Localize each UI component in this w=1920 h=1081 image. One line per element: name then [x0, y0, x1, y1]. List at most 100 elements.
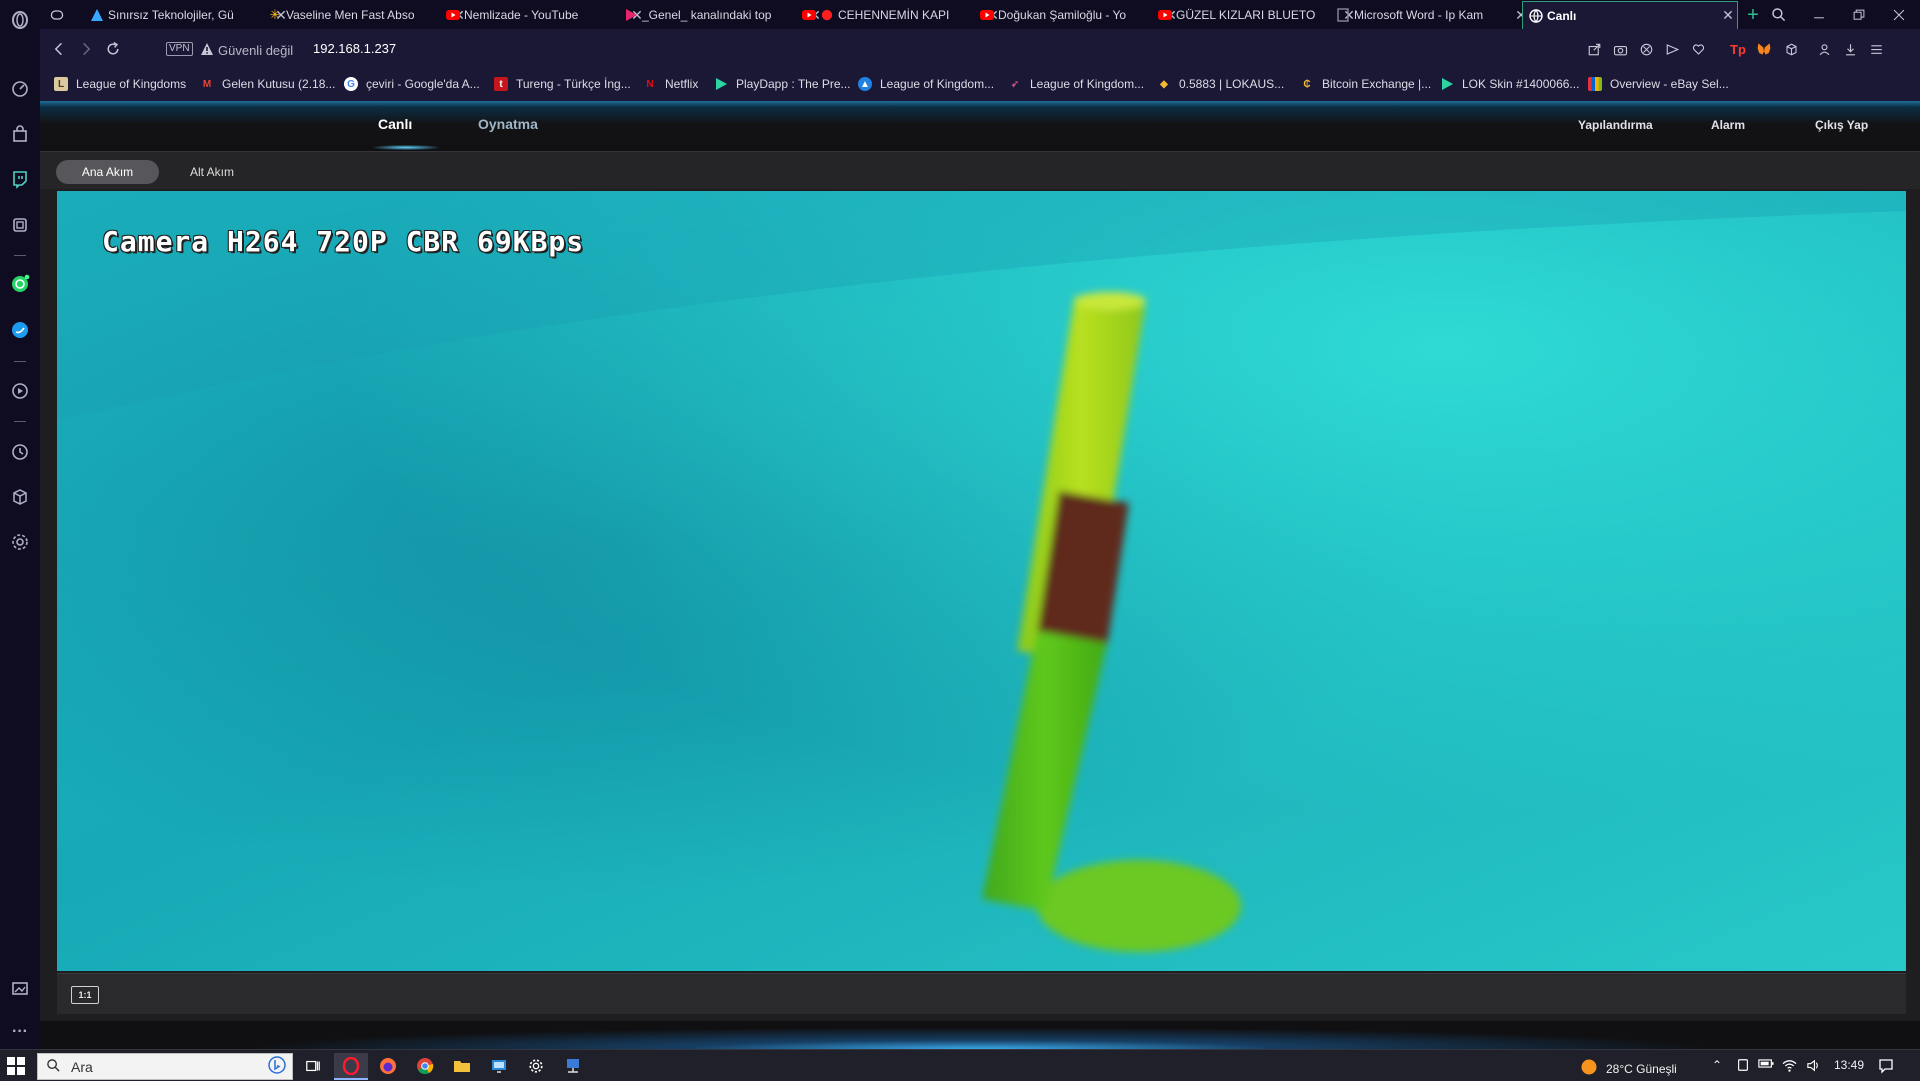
- metamask-fox-icon[interactable]: [1754, 39, 1774, 59]
- windows-start-icon[interactable]: [7, 1057, 25, 1075]
- chrome-icon[interactable]: [408, 1053, 442, 1078]
- tab-search-icon[interactable]: [1768, 4, 1790, 26]
- extensions-cube-icon[interactable]: [8, 485, 32, 509]
- sub-stream-tab[interactable]: Alt Akım: [168, 160, 256, 184]
- original-size-button[interactable]: 1:1: [71, 986, 99, 1004]
- bookmark-label: Tureng - Türkçe İng...: [516, 77, 631, 91]
- history-icon[interactable]: [8, 440, 32, 464]
- main-stream-tab[interactable]: Ana Akım: [56, 160, 159, 184]
- browser-tab[interactable]: ✳ Vaseline Men Fast Abso ✕: [262, 3, 468, 27]
- weather-widget[interactable]: 28°C Güneşli: [1580, 1058, 1677, 1079]
- heart-icon[interactable]: [1688, 39, 1708, 59]
- reload-icon[interactable]: [103, 39, 123, 59]
- task-view-icon[interactable]: [296, 1053, 330, 1078]
- bookmark-item[interactable]: Gçeviri - Google'da A...: [344, 77, 480, 91]
- back-icon[interactable]: [49, 39, 69, 59]
- browser-tab[interactable]: Nemlizade - YouTube ✕: [440, 3, 646, 27]
- tray-chevron-icon[interactable]: ⌃: [1712, 1058, 1722, 1072]
- nav-configuration[interactable]: Yapılandırma: [1578, 118, 1653, 132]
- tp-extension-icon[interactable]: Tp: [1728, 39, 1748, 59]
- playdapp-icon: [1440, 77, 1454, 91]
- bookmark-label: Gelen Kutusu (2.18...: [222, 77, 336, 91]
- share-icon[interactable]: [1584, 39, 1604, 59]
- notification-icon[interactable]: [1878, 1058, 1894, 1074]
- bookmark-item[interactable]: PlayDapp : The Pre...: [714, 77, 851, 91]
- warning-icon: [200, 42, 214, 59]
- tab-close-icon[interactable]: ✕: [1721, 7, 1735, 24]
- bookmark-item[interactable]: ▲ League of Kingdom...: [858, 77, 994, 91]
- bookmark-item[interactable]: ➶ League of Kingdom...: [1008, 77, 1144, 91]
- tab-title: Nemlizade - YouTube: [464, 8, 579, 22]
- browser-tab[interactable]: Sınırsız Teknolojiler, Gü ✕: [84, 3, 290, 27]
- bookmark-item[interactable]: LOK Skin #1400066...: [1440, 77, 1579, 91]
- nav-alarm[interactable]: Alarm: [1711, 118, 1745, 132]
- adblock-icon[interactable]: [1636, 39, 1656, 59]
- tab-menu-icon[interactable]: [46, 4, 68, 26]
- clock[interactable]: 13:49: [1834, 1058, 1864, 1072]
- firefox-icon[interactable]: [371, 1053, 405, 1078]
- download-icon[interactable]: [1840, 39, 1860, 59]
- windows-taskbar: Ara 28°C Güneşli ⌃ 13:49: [0, 1049, 1920, 1081]
- settings-gear-taskbar-icon[interactable]: [519, 1053, 553, 1078]
- taskbar-search-box[interactable]: Ara: [37, 1053, 293, 1080]
- bookmark-item[interactable]: t Tureng - Türkçe İng...: [494, 77, 631, 91]
- restore-icon[interactable]: [1848, 4, 1870, 26]
- minimize-icon[interactable]: [1808, 4, 1830, 26]
- whatsapp-icon[interactable]: [8, 272, 32, 296]
- document-icon: [1336, 8, 1350, 22]
- sun-icon: [1580, 1058, 1598, 1079]
- security-indicator[interactable]: Güvenli değil: [200, 42, 293, 59]
- new-tab-button[interactable]: +: [1742, 4, 1764, 26]
- opera-menu-icon[interactable]: [8, 8, 32, 32]
- tray-device-icon[interactable]: [1736, 1058, 1750, 1072]
- easy-setup-menu-icon[interactable]: [1866, 39, 1886, 59]
- nav-playback[interactable]: Oynatma: [478, 116, 538, 132]
- speed-dial-icon[interactable]: [8, 77, 32, 101]
- crypto-wallet-icon[interactable]: [8, 213, 32, 237]
- extension-cube-icon[interactable]: [1781, 39, 1801, 59]
- settings-gear-icon[interactable]: [8, 530, 32, 554]
- nav-live[interactable]: Canlı: [378, 116, 412, 132]
- volume-icon[interactable]: [1806, 1058, 1821, 1073]
- camera-scene: [57, 191, 1906, 971]
- pinboard-icon[interactable]: [8, 976, 32, 1000]
- remote-desktop-icon[interactable]: [482, 1053, 516, 1078]
- binance-icon: ◆: [1160, 78, 1168, 90]
- twitch-icon[interactable]: [8, 167, 32, 191]
- bing-icon: [268, 1056, 286, 1077]
- bookmark-item[interactable]: ₵ Bitcoin Exchange |...: [1300, 77, 1431, 91]
- live-video-feed[interactable]: Camera H264 720P CBR 69KBps: [57, 191, 1906, 971]
- bird-icon: ➶: [1010, 78, 1020, 90]
- close-window-icon[interactable]: [1888, 4, 1910, 26]
- url-input[interactable]: 192.168.1.237: [313, 41, 396, 56]
- browser-tab[interactable]: GÜZEL KIZLARI BLUETO ✕: [1152, 3, 1358, 27]
- twitter-icon[interactable]: [8, 318, 32, 342]
- profile-icon[interactable]: [1814, 39, 1834, 59]
- camera-snapshot-icon[interactable]: [1610, 39, 1630, 59]
- browser-tab[interactable]: Microsoft Word - Ip Kam ✕: [1330, 3, 1530, 27]
- file-explorer-icon[interactable]: [445, 1053, 479, 1078]
- opera-taskbar-icon[interactable]: [334, 1053, 368, 1080]
- sidebar-more-icon[interactable]: ···: [8, 1020, 32, 1044]
- wifi-icon[interactable]: [1782, 1058, 1797, 1073]
- bookmark-item[interactable]: ◆ 0.5883 | LOKAUS...: [1157, 77, 1284, 91]
- nav-logout[interactable]: Çıkış Yap: [1815, 118, 1868, 132]
- bookmark-item[interactable]: N Netflix: [643, 77, 698, 91]
- player-icon[interactable]: [8, 379, 32, 403]
- send-arrow-icon[interactable]: [1662, 39, 1682, 59]
- browser-tab[interactable]: CEHENNEMİN KAPI ✕: [796, 3, 1002, 27]
- battery-icon[interactable]: [1758, 1058, 1774, 1069]
- network-tool-icon[interactable]: [556, 1053, 590, 1078]
- browser-tab[interactable]: _Genel_ kanalındaki top ✕: [618, 3, 824, 27]
- forward-icon[interactable]: [76, 39, 96, 59]
- coin-icon: ₵: [1303, 78, 1311, 90]
- bookmark-item[interactable]: Overview - eBay Sel...: [1588, 77, 1729, 91]
- bookmark-item[interactable]: M Gelen Kutusu (2.18...: [200, 77, 336, 91]
- vpn-badge[interactable]: VPN: [166, 42, 193, 56]
- youtube-icon: [446, 8, 460, 22]
- tab-title: Microsoft Word - Ip Kam: [1354, 8, 1484, 22]
- browser-tab[interactable]: Doğukan Şamiloğlu - Yo ✕: [974, 3, 1180, 27]
- browser-tab-active[interactable]: Canlı ✕: [1522, 1, 1738, 29]
- bookmark-item[interactable]: L League of Kingdoms: [54, 77, 186, 91]
- shopping-bag-icon[interactable]: [8, 122, 32, 146]
